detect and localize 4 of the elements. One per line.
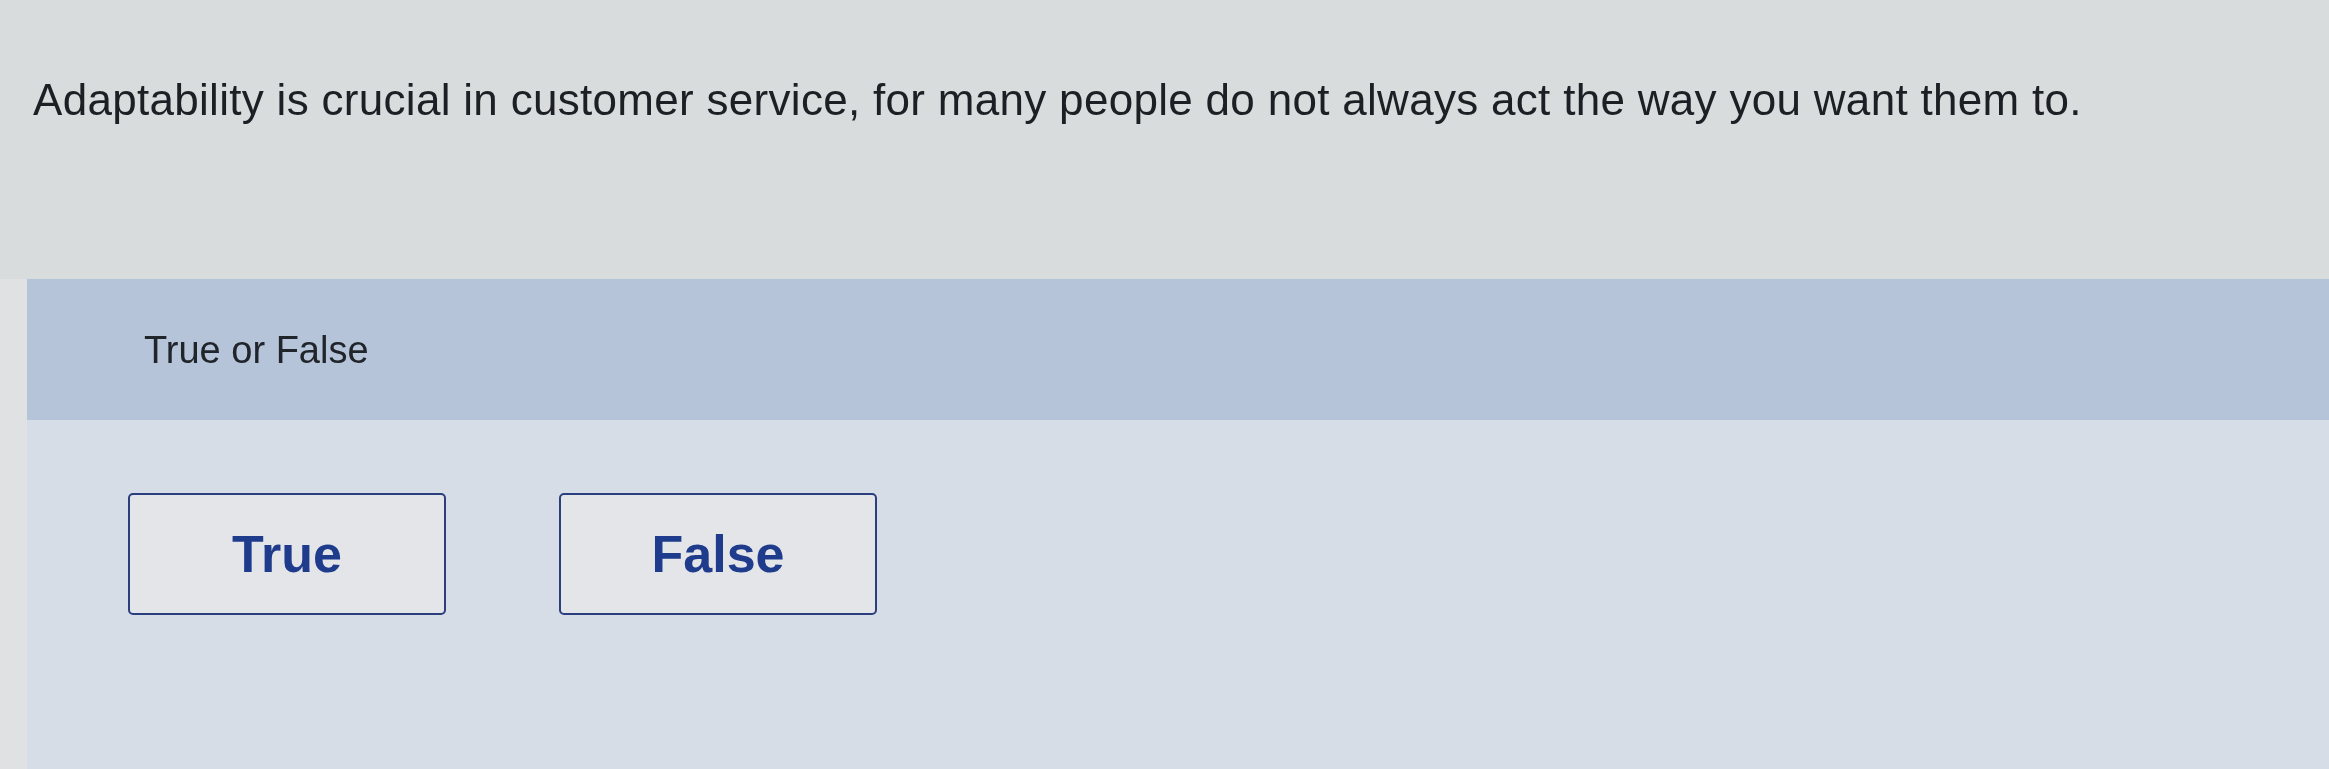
question-text: Adaptability is crucial in customer service, for many people do not always act the way you want them to. [33,74,2082,126]
instruction-text: True or False [144,327,369,373]
answer-option-button[interactable]: False [559,493,877,615]
answer-option-button[interactable]: True [128,493,446,615]
